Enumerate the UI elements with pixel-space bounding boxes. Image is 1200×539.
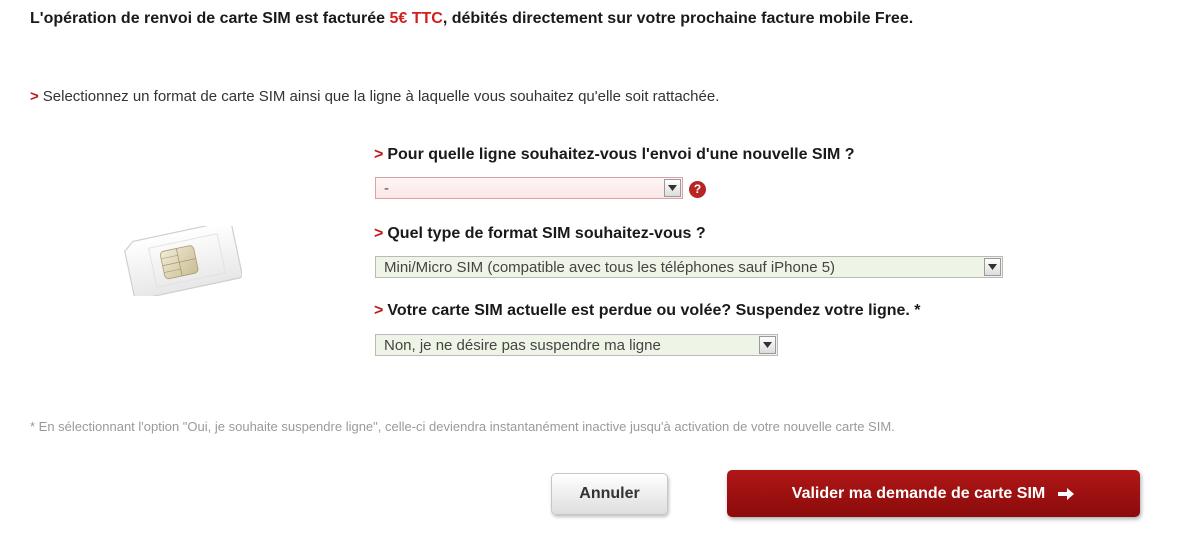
sim-replacement-page: L'opération de renvoi de carte SIM est f… xyxy=(0,0,1200,539)
cancel-button[interactable]: Annuler xyxy=(551,473,668,515)
dropdown-arrow-icon[interactable] xyxy=(759,336,776,354)
format-instruction-text: Selectionnez un format de carte SIM ains… xyxy=(42,88,720,105)
sim-format-select-value: Mini/Micro SIM (compatible avec tous les… xyxy=(384,258,836,276)
dropdown-arrow-icon[interactable] xyxy=(984,258,1001,276)
billing-price: 5€ TTC xyxy=(389,10,443,27)
billing-notice-suffix: , débités directement sur votre prochain… xyxy=(442,10,914,27)
cancel-button-label: Annuler xyxy=(579,485,640,502)
submit-button-label: Valider ma demande de carte SIM xyxy=(791,484,1046,502)
suspend-question-label: > Votre carte SIM actuelle est perdue ou … xyxy=(374,302,921,320)
billing-notice-prefix: L'opération de renvoi de carte SIM est f… xyxy=(30,10,390,27)
line-question-label: > Pour quelle ligne souhaitez-vous l'envo… xyxy=(374,146,855,164)
chevron-marker: > xyxy=(374,146,384,163)
sim-format-select[interactable]: Mini/Micro SIM (compatible avec tous les… xyxy=(375,256,1003,278)
chevron-marker: > xyxy=(374,302,384,319)
line-select-value: - xyxy=(384,179,389,197)
chevron-marker: > xyxy=(374,225,384,242)
suspend-line-select[interactable]: Non, je ne désire pas suspendre ma ligne xyxy=(375,334,778,356)
suspend-line-select-value: Non, je ne désire pas suspendre ma ligne xyxy=(384,336,661,354)
arrow-right-icon xyxy=(1058,487,1075,500)
suspension-footnote: * En sélectionnant l'option "Oui, je sou… xyxy=(30,419,895,434)
line-question-text: Pour quelle ligne souhaitez-vous l'envoi… xyxy=(387,146,855,163)
submit-sim-request-button[interactable]: Valider ma demande de carte SIM xyxy=(727,470,1140,517)
suspend-question-text: Votre carte SIM actuelle est perdue ou v… xyxy=(387,302,921,319)
format-question-text: Quel type de format SIM souhaitez-vous ? xyxy=(387,225,706,242)
format-question-label: > Quel type de format SIM souhaitez-vous … xyxy=(374,225,706,243)
sim-card-image xyxy=(124,226,242,296)
help-icon[interactable]: ? xyxy=(689,181,706,198)
line-select[interactable]: - xyxy=(375,177,683,199)
format-instruction: > Selectionnez un format de carte SIM ain… xyxy=(30,88,719,105)
dropdown-arrow-icon[interactable] xyxy=(664,179,681,197)
billing-notice: L'opération de renvoi de carte SIM est f… xyxy=(30,10,913,28)
chevron-marker: > xyxy=(30,88,39,105)
